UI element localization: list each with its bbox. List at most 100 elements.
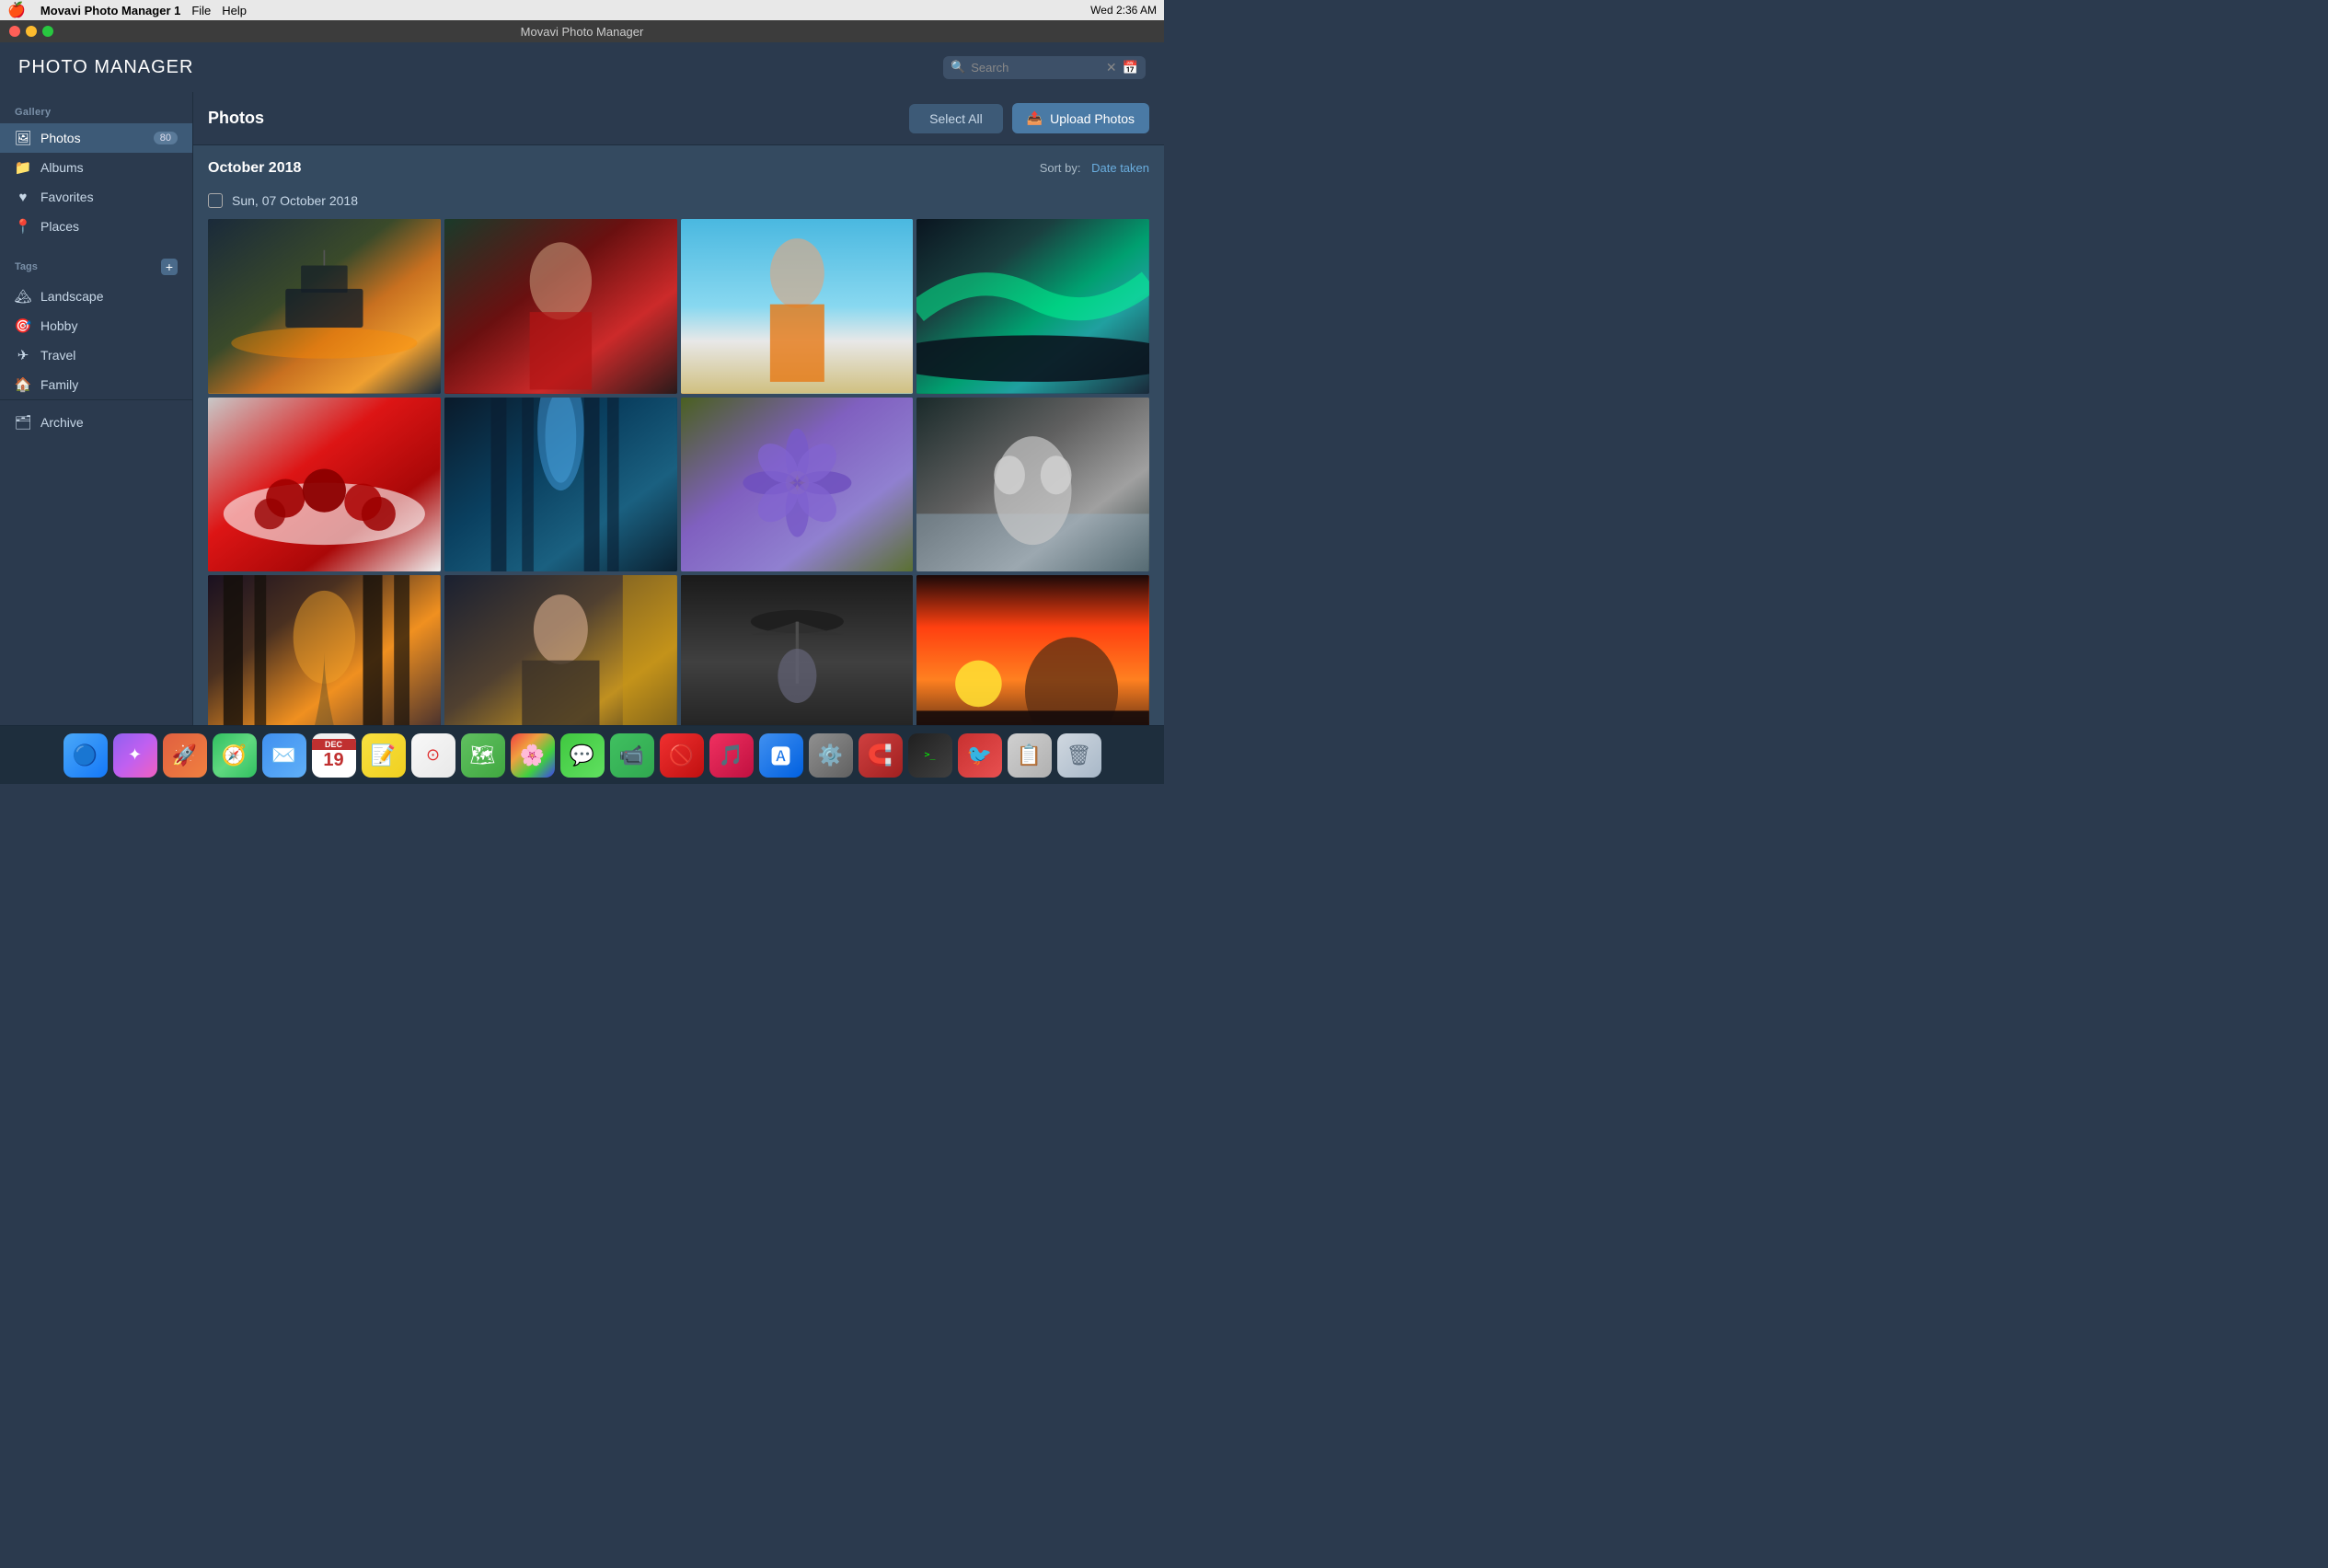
photo-scroll-area[interactable]: October 2018 Sort by: Date taken Sun, 07… bbox=[193, 145, 1164, 725]
photo-cell-7[interactable] bbox=[681, 398, 914, 572]
dock-settings[interactable]: ⚙️ bbox=[809, 733, 853, 778]
photo-grid-row3 bbox=[208, 575, 1149, 725]
dock-notes[interactable]: 📝 bbox=[362, 733, 406, 778]
close-button[interactable] bbox=[9, 26, 20, 37]
family-icon: 🏠 bbox=[15, 376, 31, 393]
photo-cell-2[interactable] bbox=[444, 219, 677, 394]
app-header: PHOTO MANAGER 🔍 ✕ 📅 bbox=[0, 42, 1164, 92]
photo-cell-3[interactable] bbox=[681, 219, 914, 394]
landscape-label: Landscape bbox=[40, 289, 104, 304]
places-icon: 📍 bbox=[15, 218, 31, 235]
window-title: Movavi Photo Manager bbox=[521, 25, 644, 39]
dock-facetime[interactable]: 📹 bbox=[610, 733, 654, 778]
sidebar-item-favorites[interactable]: ♥ Favorites bbox=[0, 182, 192, 212]
favorites-icon: ♥ bbox=[15, 189, 31, 205]
photo-cell-11[interactable] bbox=[681, 575, 914, 725]
dock-reminders[interactable]: ⊙ bbox=[411, 733, 455, 778]
dock-calendar[interactable]: DEC 19 bbox=[312, 733, 356, 778]
photo-cell-12[interactable] bbox=[916, 575, 1149, 725]
photo-cell-5[interactable] bbox=[208, 398, 441, 572]
upload-icon: 📤 bbox=[1027, 110, 1043, 126]
albums-icon: 📁 bbox=[15, 159, 31, 176]
family-label: Family bbox=[40, 377, 78, 392]
month-label: October 2018 bbox=[208, 160, 301, 177]
hobby-icon: 🎯 bbox=[15, 317, 31, 334]
travel-label: Travel bbox=[40, 348, 75, 363]
file-menu[interactable]: File bbox=[191, 4, 211, 17]
menubar-time: Wed 2:36 AM bbox=[1090, 4, 1157, 17]
sidebar-item-photos[interactable]: 🖼 Photos 80 bbox=[0, 123, 192, 153]
tags-section-header: Tags + bbox=[0, 252, 192, 282]
calendar-search-icon[interactable]: 📅 bbox=[1123, 60, 1138, 75]
dock-magnet[interactable]: 🧲 bbox=[859, 733, 903, 778]
photo-cell-4[interactable] bbox=[916, 219, 1149, 394]
archive-label: Archive bbox=[40, 415, 84, 430]
dock-messages[interactable]: 💬 bbox=[560, 733, 605, 778]
dock-airmail[interactable]: 🐦 bbox=[958, 733, 1002, 778]
photo-cell-9[interactable] bbox=[208, 575, 441, 725]
sort-value[interactable]: Date taken bbox=[1091, 161, 1149, 175]
logo-light: MANAGER bbox=[88, 57, 194, 77]
add-tag-button[interactable]: + bbox=[161, 259, 178, 275]
photo-cell-1[interactable] bbox=[208, 219, 441, 394]
archive-section: 🗂 Archive bbox=[0, 399, 192, 437]
photo-grid-row1 bbox=[208, 219, 1149, 394]
apple-menu[interactable]: 🍎 bbox=[7, 1, 26, 19]
albums-label: Albums bbox=[40, 160, 84, 175]
clear-search-icon[interactable]: ✕ bbox=[1106, 60, 1117, 75]
search-bar[interactable]: 🔍 ✕ 📅 bbox=[943, 56, 1146, 79]
dock-photos[interactable]: 🌸 bbox=[511, 733, 555, 778]
page-title: Photos bbox=[208, 109, 900, 128]
main-content: Gallery 🖼 Photos 80 📁 Albums ♥ Favorites… bbox=[0, 92, 1164, 725]
date-checkbox[interactable] bbox=[208, 193, 223, 208]
photo-toolbar: Photos Select All 📤 Upload Photos bbox=[193, 92, 1164, 145]
dock-finder[interactable]: 🔵 bbox=[63, 733, 108, 778]
photos-icon: 🖼 bbox=[15, 130, 31, 146]
dock-news[interactable]: 🚫 bbox=[660, 733, 704, 778]
help-menu[interactable]: Help bbox=[222, 4, 247, 17]
dock-trash[interactable]: 🗑 bbox=[1057, 733, 1101, 778]
dock-maps[interactable]: 🗺 bbox=[461, 733, 505, 778]
dock-launchpad[interactable]: 🚀 bbox=[163, 733, 207, 778]
photo-area: Photos Select All 📤 Upload Photos Octobe… bbox=[193, 92, 1164, 725]
photo-cell-6[interactable] bbox=[444, 398, 677, 572]
dock-terminal[interactable]: >_ bbox=[908, 733, 952, 778]
sort-prefix: Sort by: bbox=[1040, 161, 1081, 175]
dock-clipboard[interactable]: 📋 bbox=[1008, 733, 1052, 778]
app-logo: PHOTO MANAGER bbox=[18, 57, 193, 78]
archive-icon: 🗂 bbox=[15, 414, 31, 431]
places-label: Places bbox=[40, 219, 79, 234]
dock: 🔵 ✦ 🚀 🧭 ✉️ DEC 19 📝 ⊙ 🗺 🌸 💬 📹 🚫 🎵 🅰 ⚙️ 🧲… bbox=[0, 725, 1164, 784]
date-section-header: Sun, 07 October 2018 bbox=[208, 193, 1149, 208]
select-all-button[interactable]: Select All bbox=[909, 104, 1003, 133]
dock-mail[interactable]: ✉️ bbox=[262, 733, 306, 778]
minimize-button[interactable] bbox=[26, 26, 37, 37]
upload-label: Upload Photos bbox=[1050, 111, 1135, 126]
search-input[interactable] bbox=[971, 61, 1101, 75]
sidebar-item-landscape[interactable]: 🏔 Landscape bbox=[0, 282, 192, 311]
dock-music[interactable]: 🎵 bbox=[709, 733, 754, 778]
sidebar-item-places[interactable]: 📍 Places bbox=[0, 212, 192, 241]
upload-photos-button[interactable]: 📤 Upload Photos bbox=[1012, 103, 1149, 133]
dock-calendar-day: 19 bbox=[323, 750, 343, 771]
sidebar-item-albums[interactable]: 📁 Albums bbox=[0, 153, 192, 182]
dock-appstore[interactable]: 🅰 bbox=[759, 733, 803, 778]
photo-cell-10[interactable] bbox=[444, 575, 677, 725]
app-menu-name[interactable]: Movavi Photo Manager 1 bbox=[40, 4, 180, 17]
dock-safari[interactable]: 🧭 bbox=[213, 733, 257, 778]
menubar-right: Wed 2:36 AM bbox=[1090, 4, 1157, 17]
hobby-label: Hobby bbox=[40, 318, 77, 333]
dock-siri[interactable]: ✦ bbox=[113, 733, 157, 778]
sidebar-item-hobby[interactable]: 🎯 Hobby bbox=[0, 311, 192, 340]
sidebar-item-family[interactable]: 🏠 Family bbox=[0, 370, 192, 399]
photo-cell-8[interactable] bbox=[916, 398, 1149, 572]
sidebar-item-travel[interactable]: ✈ Travel bbox=[0, 340, 192, 370]
landscape-icon: 🏔 bbox=[15, 288, 31, 305]
sidebar-item-archive[interactable]: 🗂 Archive bbox=[0, 408, 192, 437]
sidebar-divider bbox=[0, 241, 192, 252]
tags-label: Tags bbox=[15, 261, 38, 272]
sort-by-row: Sort by: Date taken bbox=[1040, 161, 1149, 175]
maximize-button[interactable] bbox=[42, 26, 53, 37]
favorites-label: Favorites bbox=[40, 190, 94, 204]
search-icon: 🔍 bbox=[951, 60, 965, 75]
